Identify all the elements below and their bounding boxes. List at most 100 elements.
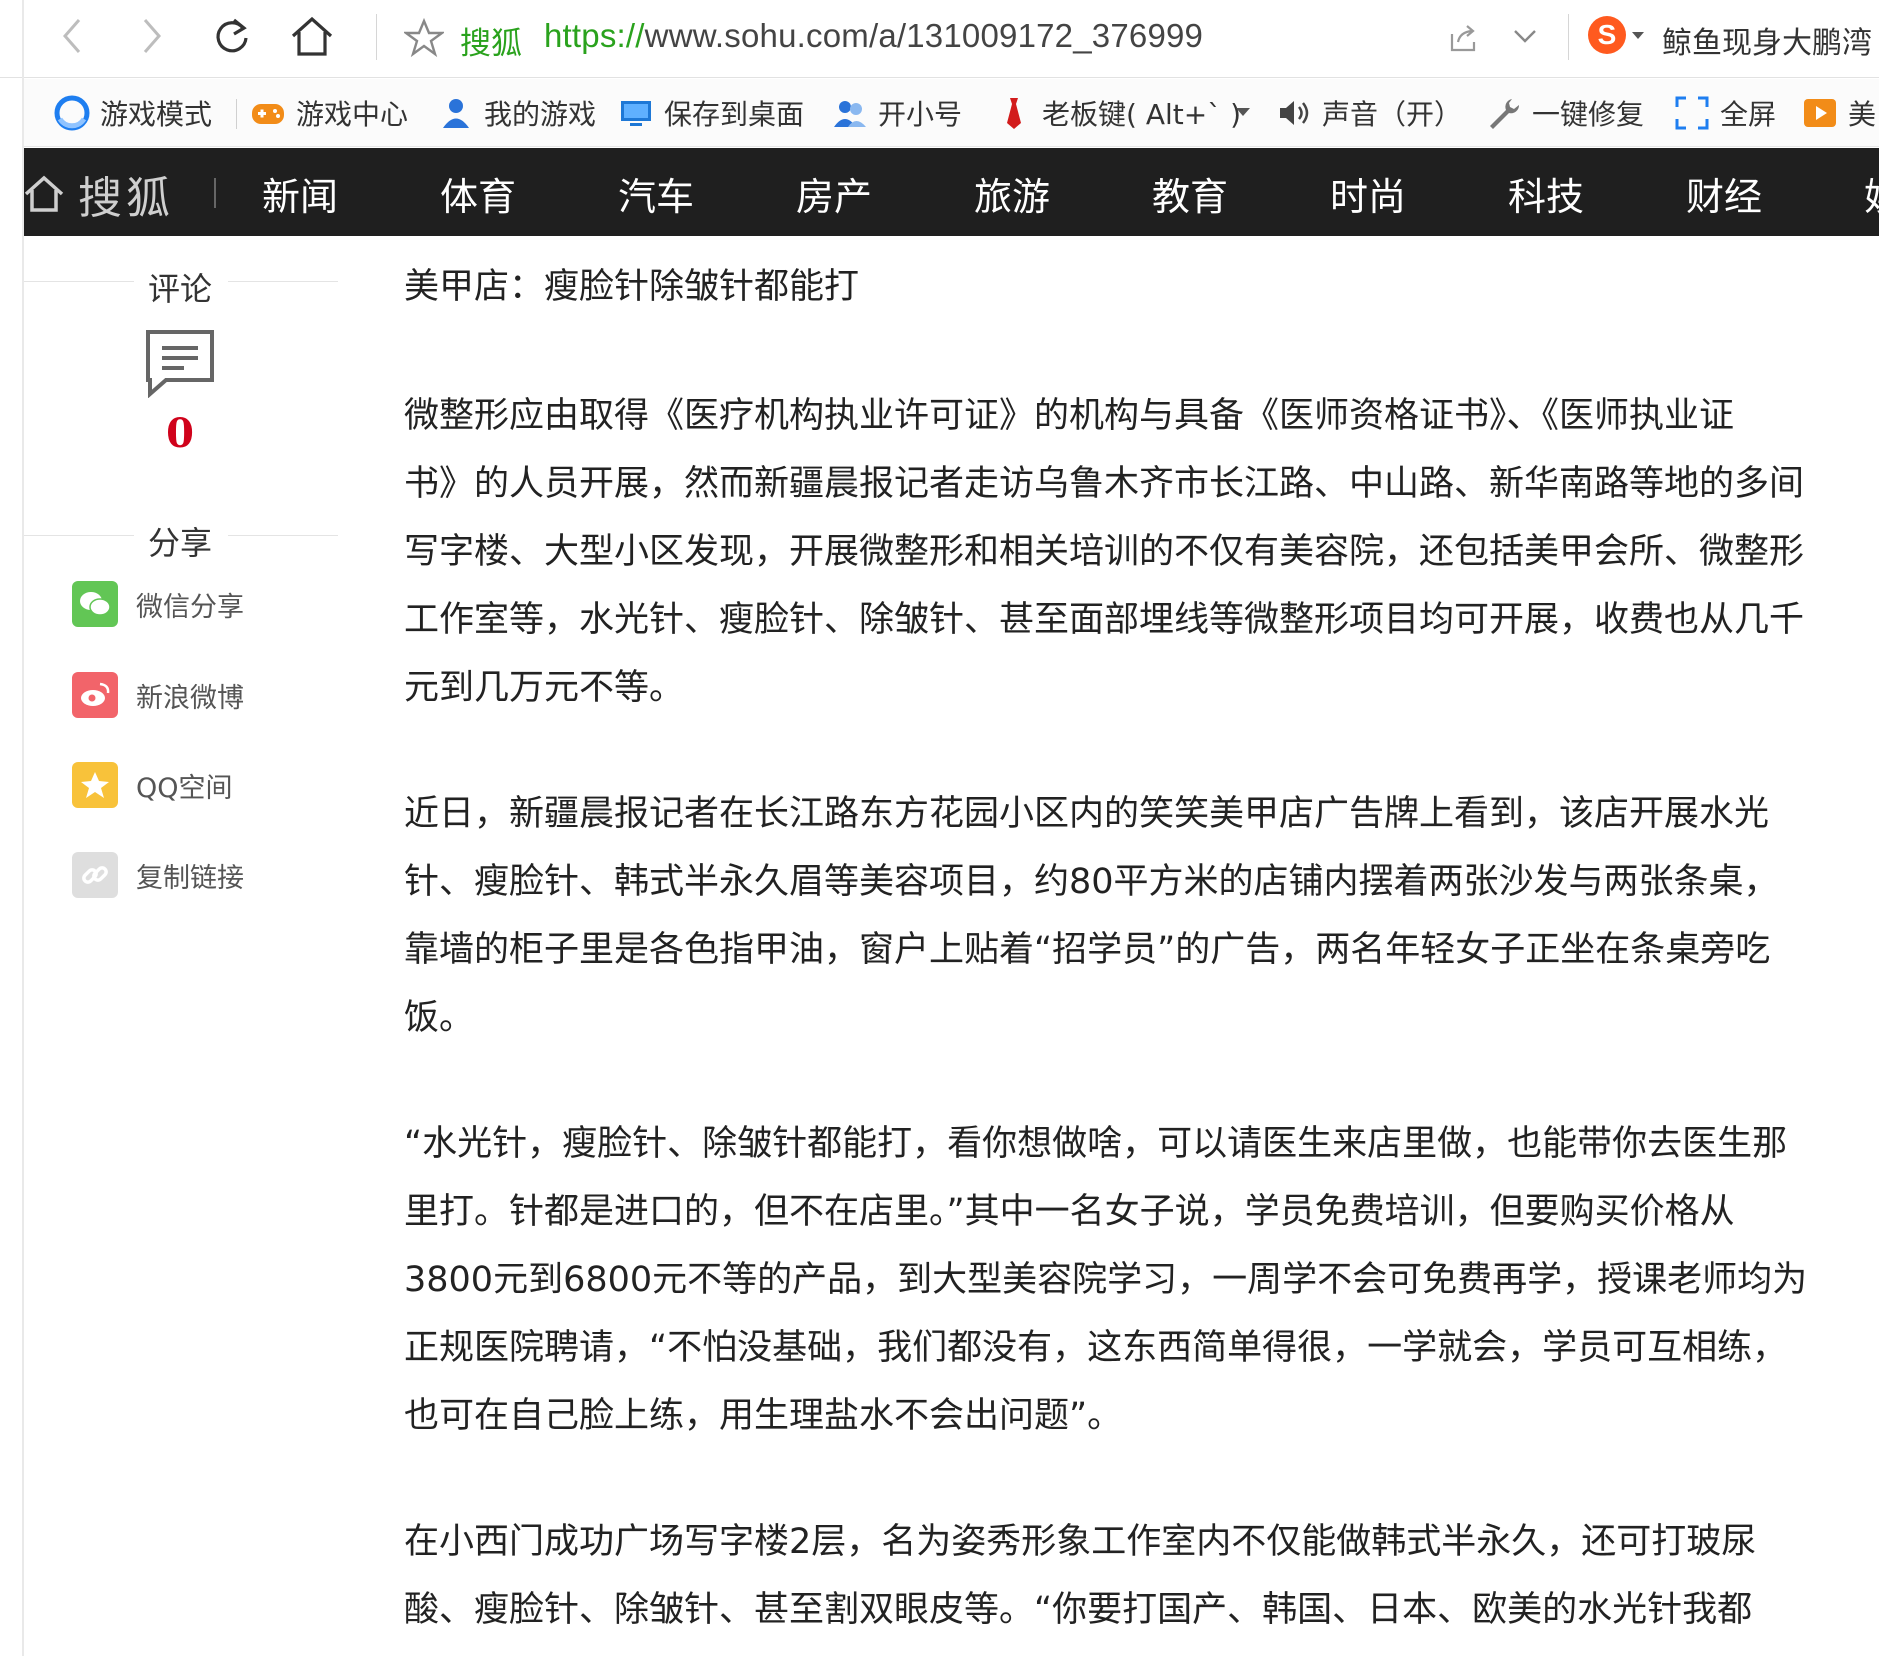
site-identity-tag[interactable]: 搜狐	[460, 18, 522, 63]
toolbar-item-label: 一键修复	[1532, 98, 1645, 131]
forward-button[interactable]	[130, 14, 174, 58]
toolbar-item-game-mode[interactable]: 游戏模式	[54, 93, 212, 133]
video-icon	[1802, 95, 1838, 131]
url-protocol: https://	[544, 17, 645, 54]
rail-divider	[24, 535, 134, 536]
qzone-icon	[72, 762, 118, 808]
toolbar-item-label: 我的游戏	[484, 98, 597, 131]
bookmark-star-button[interactable]	[402, 17, 446, 62]
game-mode-icon	[54, 95, 90, 131]
sogou-logo-icon: S	[1588, 16, 1626, 54]
user-icon	[438, 95, 474, 131]
wrench-icon	[1486, 95, 1522, 131]
speaker-icon	[1276, 95, 1312, 131]
back-button[interactable]	[50, 14, 94, 58]
paragraph-line: 微整形应由取得《医疗机构执业许可证》的机构与具备《医师资格证书》、《医师执业证	[404, 396, 1735, 436]
paragraph-line: 饭。	[404, 998, 475, 1038]
sohu-home-link[interactable]: 搜狐	[24, 162, 174, 226]
nav-channel-travel[interactable]: 旅游	[974, 166, 1050, 221]
nav-channel-auto[interactable]: 汽车	[618, 166, 694, 221]
tie-icon	[996, 95, 1032, 131]
refresh-icon	[216, 18, 248, 53]
comment-section-title: 评论	[147, 270, 212, 308]
nav-channel-sports[interactable]: 体育	[440, 166, 516, 221]
paragraph-line: 酸、瘦脸针、除皱针、甚至割双眼皮等。“你要打国产、韩国、日本、欧美的水光针我都	[404, 1590, 1753, 1630]
toolbar-item-boss-key[interactable]: 老板键( Alt+` )	[996, 93, 1241, 133]
share-section-title: 分享	[147, 524, 212, 562]
nav-channel-finance[interactable]: 财经	[1686, 166, 1762, 221]
users-icon	[832, 95, 868, 131]
nav-channel-entertainment[interactable]: 娱	[1864, 166, 1879, 221]
article-subheading: 美甲店：瘦脸针除皱针都能打	[404, 267, 860, 307]
toolbar-item-label: 游戏中心	[296, 98, 409, 131]
gamepad-icon	[250, 95, 286, 131]
paragraph-line: 在小西门成功广场写字楼2层，名为姿秀形象工作室内不仅能做韩式半永久，还可打玻尿	[404, 1522, 1757, 1562]
share-page-button[interactable]	[1448, 22, 1480, 58]
sohu-channel-nav: 搜狐 新闻 体育 汽车 房产 旅游 教育 时尚 科技 财经 娱	[24, 148, 1879, 236]
paragraph-line: 元到几万元不等。	[404, 668, 685, 708]
article-paragraph: 微整形应由取得《医疗机构执业许可证》的机构与具备《医师资格证书》、《医师执业证 …	[404, 382, 1864, 722]
comment-count[interactable]: 0	[120, 410, 240, 457]
toolbar-item-label: 老板键( Alt+` )	[1042, 98, 1242, 131]
link-icon	[72, 852, 118, 898]
hot-search-text[interactable]: 鲸鱼现身大鹏湾	[1662, 18, 1872, 62]
paragraph-line: 里打。针都是进口的，但不在店里。”其中一名女子说，学员免费培训，但要购买价格从	[404, 1192, 1735, 1232]
rail-divider	[24, 281, 134, 282]
toolbar-item-game-center[interactable]: 游戏中心	[250, 93, 408, 133]
toolbar-item-label: 美	[1848, 98, 1877, 131]
paragraph-line: “水光针，瘦脸针、除皱针都能打，看你想做啥，可以请医生来店里做，也能带你去医生那	[404, 1124, 1788, 1164]
article-paragraph: “水光针，瘦脸针、除皱针都能打，看你想做啥，可以请医生来店里做，也能带你去医生那…	[404, 1110, 1864, 1450]
search-engine-selector[interactable]: S	[1588, 16, 1644, 54]
copy-link-button[interactable]: 复制链接	[72, 852, 244, 898]
home-icon	[24, 175, 64, 212]
url-dropdown-button[interactable]	[1512, 26, 1538, 50]
paragraph-line: 书》的人员开展，然而新疆晨报记者走访乌鲁木齐市长江路、中山路、新华南路等地的多间	[404, 464, 1805, 504]
paragraph-line: 靠墙的柜子里是各色指甲油，窗户上贴着“招学员”的广告，两名年轻女子正坐在条桌旁吃	[404, 930, 1771, 970]
url-field[interactable]: https://www.sohu.com/a/131009172_376999	[544, 17, 1203, 55]
weibo-icon	[72, 672, 118, 718]
paragraph-line: 针、瘦脸针、韩式半永久眉等美容项目，约80平方米的店铺内摆着两张沙发与两张条桌，	[404, 862, 1779, 902]
paragraph-line: 写字楼、大型小区发现，开展微整形和相关培训的不仅有美容院，还包括美甲会所、微整形	[404, 532, 1805, 572]
toolbar-item-fullscreen[interactable]: 全屏	[1674, 93, 1776, 133]
wechat-icon	[72, 581, 118, 627]
share-wechat-button[interactable]: 微信分享	[72, 581, 244, 627]
nav-channel-tech[interactable]: 科技	[1508, 166, 1584, 221]
star-icon	[402, 17, 446, 58]
share-item-label: 复制链接	[136, 862, 244, 894]
share-weibo-button[interactable]: 新浪微博	[72, 672, 244, 718]
share-item-label: 微信分享	[136, 591, 244, 623]
toolbar-item-label: 开小号	[878, 98, 963, 131]
home-button[interactable]	[290, 14, 334, 58]
nav-channel-realestate[interactable]: 房产	[796, 166, 872, 221]
toolbar-divider	[236, 99, 237, 129]
nav-channel-news[interactable]: 新闻	[262, 166, 338, 221]
share-item-label: 新浪微博	[136, 682, 244, 714]
article-paragraph: 在小西门成功广场写字楼2层，名为姿秀形象工作室内不仅能做韩式半永久，还可打玻尿 …	[404, 1508, 1864, 1644]
share-qzone-button[interactable]: QQ空间	[72, 762, 233, 808]
toolbar-item-sub-account[interactable]: 开小号	[832, 93, 962, 133]
url-path: www.sohu.com/a/131009172_376999	[644, 17, 1204, 54]
article-body: 美甲店：瘦脸针除皱针都能打 微整形应由取得《医疗机构执业许可证》的机构与具备《医…	[404, 250, 1864, 1644]
boss-key-dropdown[interactable]	[1236, 93, 1250, 133]
comment-button[interactable]	[144, 328, 216, 402]
nav-divider	[214, 178, 216, 208]
browser-address-bar: 搜狐 https://www.sohu.com/a/131009172_3769…	[0, 0, 1879, 78]
reload-button[interactable]	[210, 14, 254, 58]
toolbar-item-repair[interactable]: 一键修复	[1486, 93, 1644, 133]
caret-down-icon	[1632, 31, 1644, 39]
toolbar-item-my-games[interactable]: 我的游戏	[438, 93, 596, 133]
nav-channel-fashion[interactable]: 时尚	[1330, 166, 1406, 221]
toolbar-item-label: 游戏模式	[100, 98, 213, 131]
toolbar-divider	[376, 14, 377, 60]
caret-down-icon	[1236, 108, 1250, 116]
toolbar-item-video[interactable]: 美	[1802, 93, 1876, 133]
desktop-icon	[618, 95, 654, 131]
sohu-brand-name: 搜狐	[78, 173, 174, 224]
toolbar-item-sound[interactable]: 声音（开）	[1276, 93, 1462, 133]
toolbar-item-save-desktop[interactable]: 保存到桌面	[618, 93, 804, 133]
toolbar-item-label: 保存到桌面	[664, 98, 805, 131]
toolbar-divider	[1568, 14, 1569, 60]
rail-divider	[228, 281, 338, 282]
nav-channel-education[interactable]: 教育	[1152, 166, 1228, 221]
fullscreen-icon	[1674, 95, 1710, 131]
